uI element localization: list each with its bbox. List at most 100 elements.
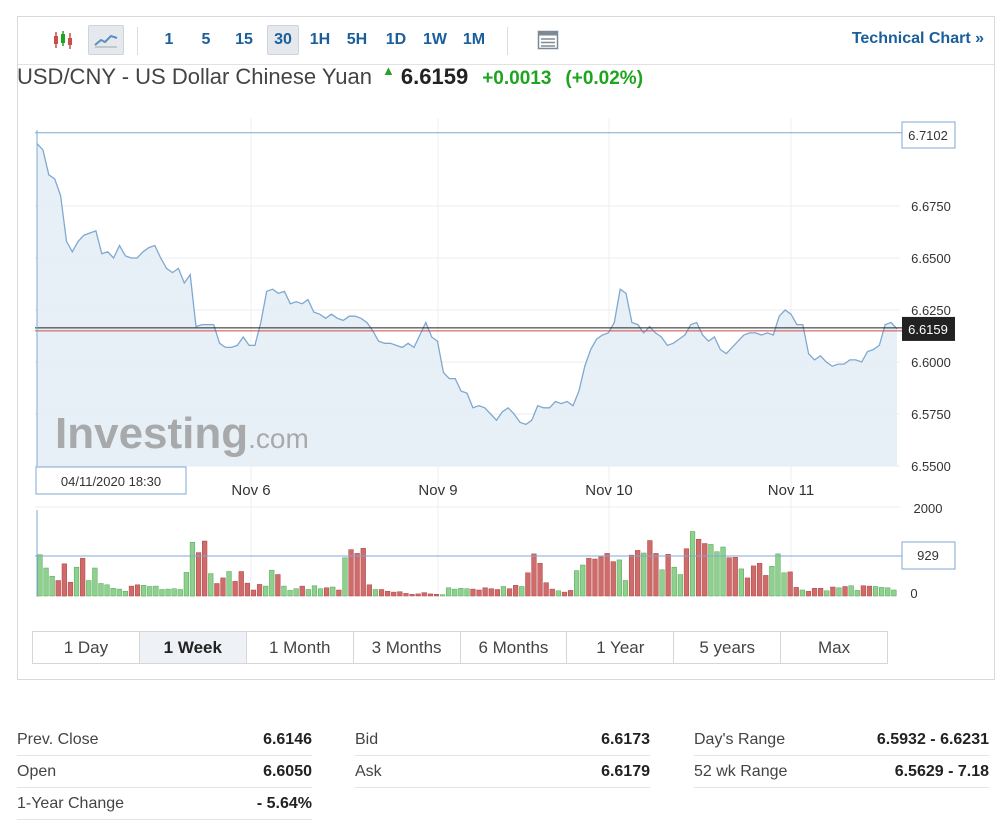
volume-bar [104,584,110,597]
range-6-months[interactable]: 6 Months [459,631,568,664]
price-tick-label: 6.5500 [911,459,951,474]
volume-bar [275,574,281,597]
volume-bar [574,570,580,597]
volume-bar [714,551,720,597]
volume-bar [732,557,738,597]
volume-bar [80,557,86,597]
volume-bar [92,567,98,597]
volume-bar [842,586,848,597]
volume-bar [836,587,842,597]
stat-value: 6.5629 - 7.18 [894,762,989,780]
volume-bar [488,588,494,597]
volume-bar [744,577,751,597]
volume-bar [708,544,714,597]
volume-bar [165,588,171,597]
volume-bar [116,588,122,597]
current-price-label: 6.6159 [908,322,948,337]
volume-bar [793,587,799,597]
volume-bar [403,593,409,597]
volume-bar [98,583,104,597]
volume-bar [189,542,196,597]
volume-bar [610,561,616,597]
volume-tick-2000: 2000 [914,501,943,516]
stat-label: Ask [355,762,382,780]
volume-bar [354,553,360,597]
volume-bar [726,557,732,597]
volume-bar [134,584,141,597]
range-max[interactable]: Max [780,631,888,664]
volume-bar [415,593,421,597]
volume-bar [238,571,244,597]
range-1-day[interactable]: 1 Day [32,631,140,664]
volume-bar [427,593,433,597]
price-tick-label: 6.6500 [911,251,951,266]
volume-bar [177,589,183,597]
volume-bar [214,583,220,597]
volume-bar [555,590,561,597]
volume-bar [506,588,513,597]
volume-bar [622,580,629,597]
stat-open: Open 6.6050 [17,756,312,788]
range-1-month[interactable]: 1 Month [245,631,354,664]
volume-bar [372,589,379,597]
volume-bar [385,591,391,597]
stat-value: - 5.64% [256,794,312,812]
volume-bar [494,589,500,597]
volume-bar [500,586,507,597]
volume-bar [854,590,860,597]
volume-bar [293,588,299,597]
volume-bar [592,558,598,597]
stat-ask: Ask 6.6179 [355,756,650,788]
volume-bar [464,588,470,597]
volume-bar [458,588,464,597]
volume-bar [208,573,214,597]
volume-bar [671,566,677,597]
volume-tick-0: 0 [910,586,917,601]
volume-bar [439,594,446,597]
range-1-week[interactable]: 1 Week [138,631,247,664]
range-3-months[interactable]: 3 Months [352,631,461,664]
volume-bar [750,565,757,597]
volume-bar [848,585,854,597]
high-price-label: 6.7102 [908,128,948,143]
volume-bar [647,540,653,597]
stat-days-range: Day's Range 6.5932 - 6.6231 [694,724,989,756]
price-tick-label: 6.6000 [911,355,951,370]
volume-bar [799,589,805,597]
volume-bar [324,587,330,597]
volume-bar [689,531,696,597]
volume-bar [446,587,452,597]
volume-bar [195,552,202,597]
volume-bar [263,585,269,597]
volume-bar [635,550,641,597]
stat-label: Open [17,762,57,780]
stat-label: 52 wk Range [694,762,788,780]
stat-label: Prev. Close [17,730,99,748]
volume-bar [543,582,549,597]
volume-bar [49,575,55,597]
start-date-label: 04/11/2020 18:30 [61,474,161,489]
volume-bar [336,589,342,597]
range-5-years[interactable]: 5 years [673,631,782,664]
volume-reference-label: 929 [917,548,939,563]
time-tick-label: Nov 11 [768,482,814,499]
stat-1-year-change: 1-Year Change - 5.64% [17,788,312,820]
volume-bar [43,567,49,597]
volume-bar [580,564,586,597]
stat-value: 6.6050 [263,762,312,780]
volume-bar [183,572,189,597]
stat-value: 6.5932 - 6.6231 [876,730,989,748]
volume-bar [872,586,879,597]
volume-bar [775,553,781,597]
stat-label: Bid [355,730,379,748]
volume-bar [409,594,415,597]
stat-prev-close: Prev. Close 6.6146 [17,724,312,756]
volume-bar [244,582,250,597]
volume-bar [128,585,135,597]
price-chart[interactable]: Investing.com 6.67506.65006.62506.60006.… [0,0,1008,630]
time-tick-label: Nov 10 [585,482,633,499]
range-1-year[interactable]: 1 Year [566,631,675,664]
volume-bar [86,580,92,597]
stat-value: 6.6173 [601,730,650,748]
volume-bar [73,566,80,597]
